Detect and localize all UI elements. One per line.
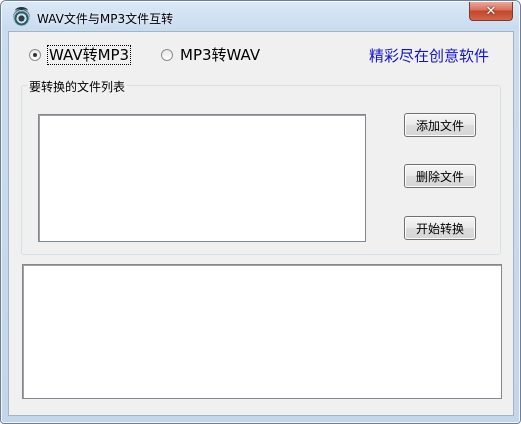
window-title: WAV文件与MP3文件互转 xyxy=(37,12,174,26)
close-button[interactable]: ✕ xyxy=(469,2,513,21)
file-listbox[interactable] xyxy=(38,114,366,242)
close-icon: ✕ xyxy=(485,3,497,19)
radio-label-mp3-to-wav[interactable]: MP3转WAV xyxy=(180,46,260,64)
radio-label-wav-to-mp3[interactable]: WAV转MP3 xyxy=(46,45,132,65)
slogan-text: 精彩尽在创意软件 xyxy=(368,47,489,65)
radio-wav-to-mp3[interactable]: WAV转MP3 xyxy=(29,45,132,65)
file-list-group: 要转换的文件列表 添加文件 删除文件 开始转换 xyxy=(21,78,501,255)
add-file-button[interactable]: 添加文件 xyxy=(404,113,476,137)
output-log-textarea[interactable] xyxy=(22,264,502,399)
client-area: WAV转MP3 MP3转WAV 精彩尽在创意软件 要转换的文件列表 添加文件 删… xyxy=(8,31,514,416)
app-window: WAV文件与MP3文件互转 ✕ WAV转MP3 MP3转WAV 精彩尽在创意软件… xyxy=(0,0,521,424)
file-list-group-label: 要转换的文件列表 xyxy=(27,78,128,95)
radio-button-icon[interactable] xyxy=(161,49,173,61)
start-convert-button[interactable]: 开始转换 xyxy=(404,216,476,240)
radio-mp3-to-wav[interactable]: MP3转WAV xyxy=(161,46,260,64)
radio-button-icon[interactable] xyxy=(29,49,41,61)
app-icon[interactable] xyxy=(13,7,30,26)
remove-file-button[interactable]: 删除文件 xyxy=(404,164,476,188)
